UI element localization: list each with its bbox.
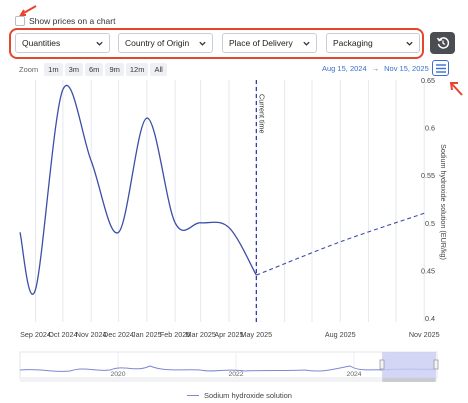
navigator-handle-right xyxy=(433,359,439,370)
x-tick-label: Oct 2024 xyxy=(48,330,77,339)
navigator-year-label: 2022 xyxy=(228,371,243,378)
navigator-year-label: 2020 xyxy=(110,371,125,378)
x-tick-label: Sep 2024 xyxy=(20,330,51,339)
chart-legend[interactable]: Sodium hydroxide solution xyxy=(187,391,292,400)
x-tick-label: Mar 2025 xyxy=(185,330,215,339)
current-time-label: Current time xyxy=(257,94,266,134)
y-tick-label: 0.55 xyxy=(421,171,435,180)
legend-line-swatch xyxy=(187,395,199,396)
series-line-actual xyxy=(19,85,257,295)
navigator-scrollbar-track xyxy=(20,378,437,382)
x-tick-label: Dec 2024 xyxy=(103,330,134,339)
x-tick-label: Nov 2025 xyxy=(409,330,440,339)
navigator-year-label: 2024 xyxy=(346,371,361,378)
navigator-selection xyxy=(382,352,436,378)
y-tick-label: 0.45 xyxy=(421,266,435,275)
x-tick-label: May 2025 xyxy=(241,330,273,339)
x-tick-label: Apr 2025 xyxy=(214,330,243,339)
x-tick-label: Jan 2025 xyxy=(132,330,162,339)
legend-label: Sodium hydroxide solution xyxy=(204,391,292,400)
y-tick-label: 0.65 xyxy=(421,76,435,85)
x-tick-label: Nov 2024 xyxy=(76,330,107,339)
x-tick-label: Aug 2025 xyxy=(325,330,356,339)
y-tick-label: 0.4 xyxy=(425,314,435,323)
y-axis-title: Sodium hydroxide solution (EUR/kg) xyxy=(439,144,448,260)
y-tick-label: 0.6 xyxy=(425,124,435,133)
navigator-scrollbar-thumb xyxy=(382,378,436,382)
navigator-handle-left xyxy=(379,359,385,370)
y-tick-label: 0.5 xyxy=(425,219,435,228)
price-chart: Sep 2024Oct 2024Nov 2024Dec 2024Jan 2025… xyxy=(19,76,448,382)
